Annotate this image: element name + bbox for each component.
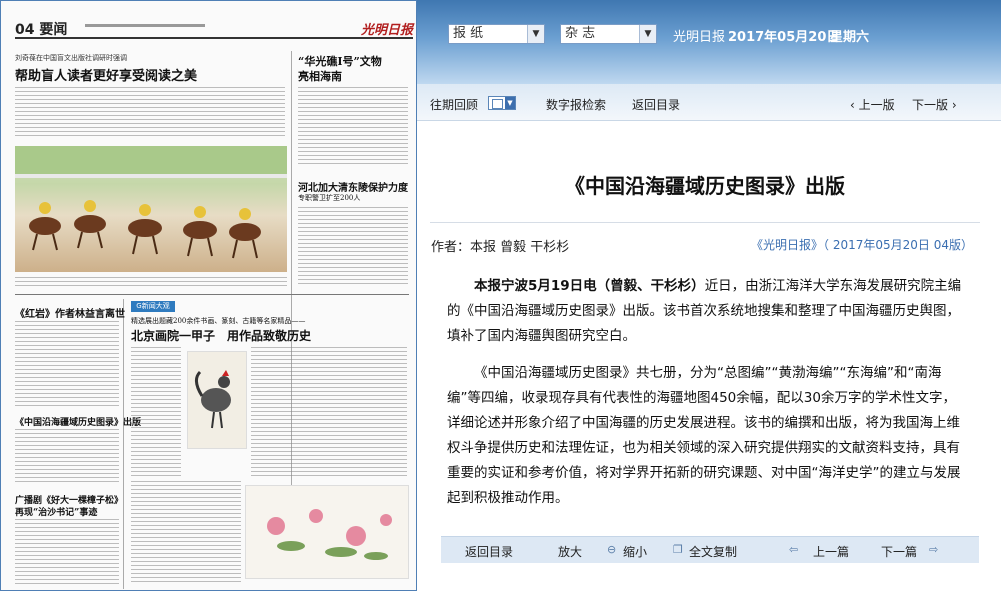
rooster-painting[interactable] xyxy=(187,351,247,449)
chevron-left-icon: ‹ xyxy=(850,98,855,112)
article-toolbar: 返回目录 放大 ⊖ 缩小 ❐ 全文复制 ⇦ 上一篇 下一篇 ⇨ xyxy=(441,536,979,563)
next-article-icon: ⇨ xyxy=(929,543,939,556)
calendar-picker[interactable]: ▼ xyxy=(488,96,516,110)
prev-article-icon: ⇦ xyxy=(789,543,799,556)
newspaper-select[interactable]: 报 纸 ▼ xyxy=(448,24,545,44)
next-page-link[interactable]: 下一版 › xyxy=(912,96,957,113)
zoom-out-button[interactable]: 缩小 xyxy=(623,543,647,560)
article-text-block xyxy=(15,429,119,485)
headline-hongyan[interactable]: 《红岩》作者林益言离世 xyxy=(15,305,125,320)
back-to-index-button[interactable]: 返回目录 xyxy=(465,543,513,560)
photo-caption xyxy=(15,277,287,287)
article-text-block xyxy=(298,87,408,167)
zoom-in-button[interactable]: 放大 xyxy=(558,543,582,560)
article-body: 本报宁波5月19日电（曾毅、干杉杉）近日，由浙江海洋大学东海发展研究院主编的《中… xyxy=(447,274,965,523)
prev-page-label: 上一版 xyxy=(858,98,895,112)
copy-icon: ❐ xyxy=(673,543,683,556)
header-dateline xyxy=(85,24,205,27)
rooster-illustration xyxy=(195,370,231,429)
article-paragraph: 本报宁波5月19日电（曾毅、干杉杉）近日，由浙江海洋大学东海发展研究院主编的《中… xyxy=(447,274,965,349)
headline-atlas[interactable]: 《中国沿海疆域历史图录》出版 xyxy=(15,415,141,428)
article-source-link[interactable]: 《光明日报》（ 2017年05月20日 04版） xyxy=(751,236,973,253)
flower-illustration xyxy=(267,509,392,560)
calendar-icon xyxy=(492,99,503,109)
headline-relic-line2[interactable]: 亮相海南 xyxy=(298,68,342,84)
magnifier-icon: ⊖ xyxy=(607,543,617,556)
issue-weekday: 星期六 xyxy=(830,30,870,45)
lead-headline[interactable]: 帮助盲人读者更好享受阅读之美 xyxy=(15,65,197,84)
article-text-block xyxy=(131,481,241,585)
article-text-block xyxy=(298,207,408,287)
horse-racing-illustration xyxy=(15,146,287,259)
article-text-block xyxy=(131,347,181,477)
newspaper-page-image[interactable]: 04 要闻 光明日报 刘奇葆在中国盲文出版社调研时强调 帮助盲人读者更好享受阅读… xyxy=(0,0,417,591)
magazine-select-value: 杂 志 xyxy=(565,26,596,41)
issue-date: 2017年05月20日 xyxy=(728,30,840,45)
headline-relic[interactable]: “华光礁Ⅰ号”文物 xyxy=(298,53,382,69)
paper-name: 光明日报 xyxy=(673,30,726,45)
article-lead: 本报宁波5月19日电（曾毅、干杉杉） xyxy=(474,278,705,294)
article-title: 《中国沿海疆域历史图录》出版 xyxy=(565,174,845,198)
digital-search-link[interactable]: 数字报检索 xyxy=(546,96,606,113)
column-rule xyxy=(123,299,124,589)
title-divider xyxy=(430,222,980,223)
article-text-block xyxy=(251,347,407,477)
article-paragraph: 《中国沿海疆域历史图录》共七册，分为“总图编”“黄渤海编”“东海编”和“南海编”… xyxy=(447,365,961,506)
copy-full-text-button[interactable]: 全文复制 xyxy=(689,543,737,560)
article-text-block xyxy=(15,87,285,139)
section-divider xyxy=(15,294,409,295)
next-article-button[interactable]: 下一篇 xyxy=(881,543,917,560)
prev-article-button[interactable]: 上一篇 xyxy=(813,543,849,560)
horse-racing-photo[interactable] xyxy=(15,146,287,272)
headline-kicker[interactable]: 精选展出题藏200余件书画、篆刻、古籍等名家精品—— xyxy=(131,316,305,326)
chevron-down-icon[interactable]: ▼ xyxy=(527,25,544,43)
headline-kicker[interactable]: 刘奇葆在中国盲文出版社调研时强调 xyxy=(15,53,127,63)
article-author: 作者：本报 曾毅 干杉杉 xyxy=(431,240,570,255)
newspaper-select-value: 报 纸 xyxy=(453,26,484,41)
article-text-block xyxy=(15,519,119,587)
page-number: 04 要闻 xyxy=(15,22,68,38)
magazine-select[interactable]: 杂 志 ▼ xyxy=(560,24,657,44)
chevron-right-icon: › xyxy=(951,98,957,112)
prev-page-link[interactable]: ‹ 上一版 xyxy=(850,96,895,113)
past-issues-link[interactable]: 往期回顾 xyxy=(430,96,478,113)
headline-qing-tombs[interactable]: 河北加大清东陵保护力度 xyxy=(298,179,408,194)
headline-radio-drama-line2[interactable]: 再现“治沙书记”事迹 xyxy=(15,505,97,518)
back-to-index-link[interactable]: 返回目录 xyxy=(632,96,680,113)
masthead-logo: 光明日报 xyxy=(360,23,413,38)
chevron-down-icon: ▼ xyxy=(505,97,515,109)
next-page-label: 下一版 xyxy=(912,98,949,112)
section-badge: G新闻大观 xyxy=(131,301,175,312)
chevron-down-icon[interactable]: ▼ xyxy=(639,25,656,43)
page-header-bar: 04 要闻 光明日报 xyxy=(15,19,413,39)
headline-qing-tombs-sub[interactable]: 专职警卫扩至200人 xyxy=(298,193,360,203)
article-text-block xyxy=(15,321,119,407)
headline-beijing-academy[interactable]: 北京画院一甲子 用作品致敬历史 xyxy=(131,327,311,344)
flower-painting[interactable] xyxy=(245,485,409,579)
